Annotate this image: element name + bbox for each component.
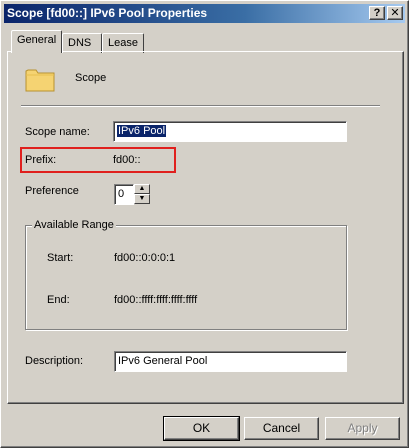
preference-down-button[interactable]: ▼ xyxy=(134,194,150,204)
range-end-value: fd00::ffff:ffff:ffff:ffff xyxy=(114,294,198,306)
window-title: Scope [fd00::] IPv6 Pool Properties xyxy=(7,6,208,20)
header-separator xyxy=(21,105,380,107)
available-range-group xyxy=(25,225,347,330)
description-value: IPv6 General Pool xyxy=(118,355,208,367)
scope-header-label: Scope xyxy=(75,72,107,84)
scope-name-label: Scope name: xyxy=(25,126,90,138)
tab-general[interactable]: General xyxy=(11,30,62,53)
cancel-button[interactable]: Cancel xyxy=(244,417,319,440)
range-start-label: Start: xyxy=(47,252,74,264)
tab-lease-label: Lease xyxy=(108,37,138,49)
preference-value: 0 xyxy=(118,188,125,200)
ok-button[interactable]: OK xyxy=(163,416,240,441)
scope-name-value: IPv6 Pool xyxy=(117,125,167,137)
scope-name-input[interactable]: IPv6 Pool xyxy=(113,121,347,142)
tab-general-label: General xyxy=(17,34,57,46)
close-button[interactable]: ✕ xyxy=(387,6,403,20)
range-end-label: End: xyxy=(47,294,70,306)
description-input[interactable]: IPv6 General Pool xyxy=(114,351,347,372)
tab-dns[interactable]: DNS xyxy=(62,33,102,53)
tab-dns-label: DNS xyxy=(68,37,92,49)
help-button[interactable]: ? xyxy=(369,6,385,20)
apply-button[interactable]: Apply xyxy=(325,417,400,440)
range-start-value: fd00::0:0:0:1 xyxy=(114,252,176,264)
description-label: Description: xyxy=(25,355,84,367)
preference-up-button[interactable]: ▲ xyxy=(134,184,150,194)
prefix-highlight-box xyxy=(20,147,176,173)
preference-label: Preference xyxy=(25,185,79,197)
available-range-title: Available Range xyxy=(32,219,116,231)
properties-dialog: Scope [fd00::] IPv6 Pool Properties ? ✕ … xyxy=(0,0,409,448)
preference-input[interactable]: 0 xyxy=(114,184,134,205)
title-bar[interactable]: Scope [fd00::] IPv6 Pool Properties ? ✕ xyxy=(4,4,405,23)
tab-lease[interactable]: Lease xyxy=(102,33,144,53)
